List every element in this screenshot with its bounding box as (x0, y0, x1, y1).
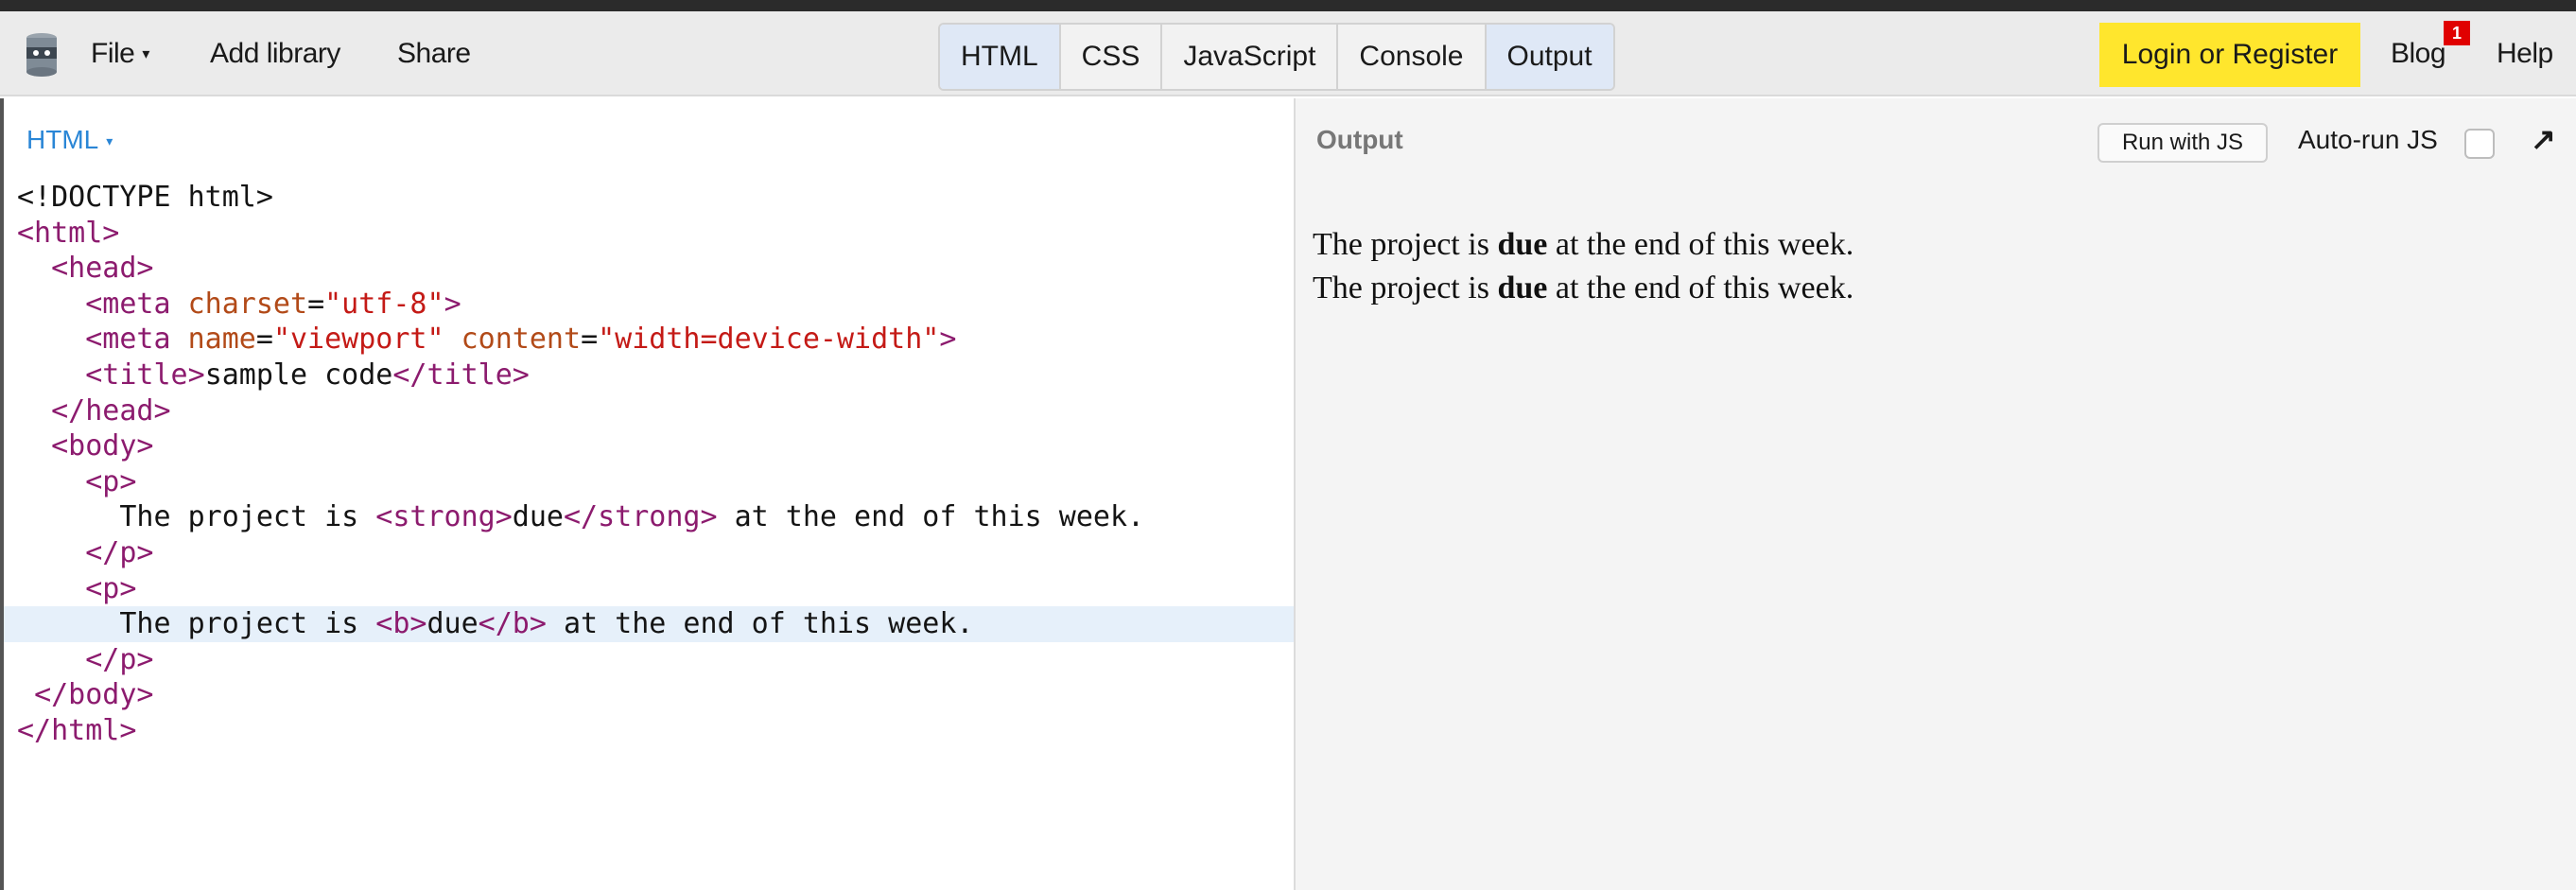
code-line[interactable]: <meta charset="utf-8"> (4, 287, 1294, 323)
blog-notification-badge: 1 (2444, 21, 2470, 45)
run-with-js-button[interactable]: Run with JS (2097, 123, 2268, 163)
code-line[interactable]: </head> (4, 393, 1294, 429)
code-line[interactable]: </p> (4, 642, 1294, 678)
output-paragraph: The project is due at the end of this we… (1313, 270, 1854, 305)
code-line[interactable]: </body> (4, 677, 1294, 713)
output-paragraph: The project is due at the end of this we… (1313, 227, 1854, 262)
code-line[interactable]: <meta name="viewport" content="width=dev… (4, 322, 1294, 358)
open-in-new-window-icon[interactable]: ↗ (2531, 121, 2556, 157)
editor-language-label: HTML (26, 125, 99, 154)
code-line[interactable]: The project is <strong>due</strong> at t… (4, 499, 1294, 535)
help-link[interactable]: Help (2497, 11, 2553, 96)
code-line[interactable]: <!DOCTYPE html> (4, 180, 1294, 216)
toolbar: File ▾ Add library Share HTML CSS JavaScrip… (0, 11, 2576, 96)
editor-language-dropdown[interactable]: HTML ▾ (26, 125, 113, 155)
code-line[interactable]: The project is <b>due</b> at the end of … (4, 606, 1294, 642)
autorun-checkbox[interactable] (2464, 129, 2495, 159)
code-line[interactable]: <p> (4, 571, 1294, 607)
code-line[interactable]: </p> (4, 535, 1294, 571)
code-editor[interactable]: <!DOCTYPE html> <html> <head> <meta chars… (4, 180, 1294, 749)
share-button[interactable]: Share (397, 11, 471, 96)
add-library-button[interactable]: Add library (210, 11, 340, 96)
code-line[interactable]: <head> (4, 251, 1294, 287)
chevron-down-icon: ▾ (106, 133, 113, 149)
code-line[interactable]: <html> (4, 216, 1294, 252)
code-line[interactable]: </html> (4, 713, 1294, 749)
panel-toggle-html[interactable]: HTML (940, 25, 1061, 89)
panel-toggle-group: HTML CSS JavaScript Console Output (938, 23, 1615, 91)
panel-toggle-output[interactable]: Output (1486, 25, 1613, 89)
jsbin-logo-icon[interactable] (23, 30, 61, 78)
blog-link[interactable]: Blog (2391, 11, 2446, 96)
chevron-down-icon: ▾ (142, 46, 149, 63)
output-panel-title: Output (1316, 125, 1403, 154)
panel-toggle-console[interactable]: Console (1338, 25, 1487, 89)
panel-toggle-css[interactable]: CSS (1060, 25, 1163, 89)
code-line[interactable]: <body> (4, 428, 1294, 464)
code-line[interactable]: <title>sample code</title> (4, 358, 1294, 393)
file-menu[interactable]: File ▾ (91, 11, 149, 96)
panel-toggle-javascript[interactable]: JavaScript (1162, 25, 1339, 89)
login-register-button[interactable]: Login or Register (2099, 23, 2360, 87)
code-line[interactable]: <p> (4, 464, 1294, 500)
autorun-label: Auto-run JS (2298, 125, 2438, 154)
html-editor-panel: HTML ▾ <!DOCTYPE html> <html> <head> <meta… (0, 98, 1294, 890)
file-menu-label: File (91, 38, 135, 69)
window-top-strip (0, 0, 2576, 11)
output-panel: Output Run with JS Auto-run JS ↗ The pro… (1296, 98, 2576, 890)
